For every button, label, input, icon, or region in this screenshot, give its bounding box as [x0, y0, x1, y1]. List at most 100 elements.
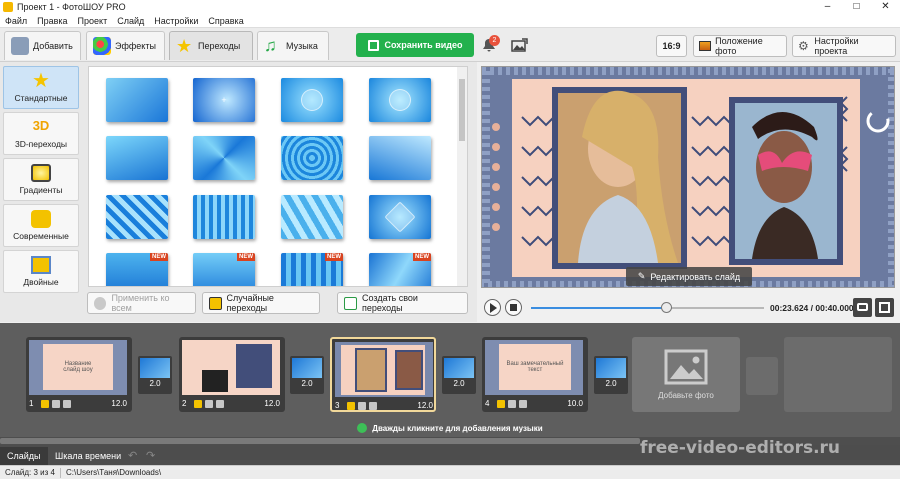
slide-card[interactable]: Название слайд шоу 1 12.0 [26, 337, 132, 412]
undo-icon[interactable]: ↶ [128, 449, 137, 462]
category-modern[interactable]: Современные [3, 204, 79, 247]
menu-file[interactable]: Файл [0, 16, 32, 26]
new-badge: NEW [150, 253, 168, 261]
image-export-icon[interactable] [511, 38, 528, 52]
pencil-icon[interactable] [497, 399, 505, 408]
transition-duration: 2.0 [605, 379, 617, 388]
transition-thumb[interactable]: NEW [281, 253, 343, 286]
folder-plus-icon [11, 37, 29, 55]
speaker-icon[interactable] [369, 401, 377, 410]
category-standard-label: Стандартные [14, 93, 68, 103]
transition-thumb[interactable]: + [193, 78, 255, 122]
photo-position-icon [699, 41, 712, 51]
fullscreen-button[interactable] [875, 298, 894, 317]
speaker-icon[interactable] [519, 399, 527, 408]
slide-footer: 4 10.0 [485, 398, 583, 409]
menu-slide[interactable]: Слайд [112, 16, 149, 26]
category-double[interactable]: Двойные [3, 250, 79, 293]
slide-caption: Название слайд шоу [43, 344, 113, 390]
transition-card[interactable]: 2.0 [138, 356, 172, 394]
apply-to-all-button[interactable]: Применить ко всем [87, 292, 196, 314]
tab-timeline[interactable]: Шкала времени [48, 447, 128, 465]
transition-thumb[interactable] [106, 136, 168, 180]
grid-scrollbar-thumb[interactable] [459, 79, 465, 141]
save-video-button[interactable]: Сохранить видео [356, 33, 474, 57]
stop-button[interactable] [505, 299, 522, 316]
seek-track[interactable] [531, 307, 764, 309]
edit-slide-button[interactable]: ✎ Редактировать слайд [626, 267, 752, 286]
seek-handle[interactable] [661, 302, 673, 313]
gradient-icon [31, 164, 51, 182]
pencil-icon[interactable] [41, 399, 49, 408]
random-icon [209, 296, 222, 310]
slide-preview[interactable] [481, 66, 895, 288]
tab-effects[interactable]: Эффекты [86, 31, 165, 60]
transition-thumb[interactable] [281, 78, 343, 122]
random-transitions-button[interactable]: Случайные переходы [202, 292, 320, 314]
tab-music[interactable]: ♫ Музыка [257, 31, 329, 60]
grid-scrollbar[interactable] [457, 67, 467, 286]
slide-caption: Ваш замечательный текст [499, 344, 571, 390]
project-settings-button[interactable]: ⚙ Настройки проекта [792, 35, 896, 57]
transition-card[interactable]: 2.0 [290, 356, 324, 394]
maximize-button[interactable]: □ [842, 0, 871, 14]
zoom-icon[interactable] [508, 399, 516, 408]
transition-duration: 2.0 [149, 379, 161, 388]
zoom-icon[interactable] [205, 399, 213, 408]
photo-placeholder [202, 370, 228, 392]
transition-card[interactable]: 2.0 [442, 356, 476, 394]
menu-settings[interactable]: Настройки [149, 16, 203, 26]
aspect-ratio-button[interactable]: 16:9 [656, 35, 687, 57]
minimize-button[interactable]: – [813, 0, 842, 14]
play-button[interactable] [484, 299, 501, 316]
menu-edit[interactable]: Правка [32, 16, 72, 26]
tab-slides[interactable]: Слайды [0, 447, 48, 465]
transition-thumb[interactable] [281, 195, 343, 239]
transition-thumb[interactable]: NEW [193, 253, 255, 286]
menu-help[interactable]: Справка [203, 16, 248, 26]
zoom-icon[interactable] [358, 401, 366, 410]
transition-thumb[interactable] [281, 136, 343, 180]
pencil-icon[interactable] [194, 399, 202, 408]
transitions-panel: ★ Стандартные 3D 3D-переходы Градиенты С… [0, 62, 477, 322]
tab-effects-label: Эффекты [115, 41, 156, 51]
tab-transitions-label: Переходы [198, 41, 241, 51]
redo-icon[interactable]: ↷ [146, 449, 155, 462]
tab-add[interactable]: Добавить [4, 31, 81, 60]
music-track[interactable]: Дважды кликните для добавления музыки [28, 419, 872, 437]
photo-position-button[interactable]: Положение фото [693, 35, 787, 57]
speaker-icon[interactable] [216, 399, 224, 408]
transition-thumb[interactable] [369, 195, 431, 239]
zoom-icon[interactable] [52, 399, 60, 408]
transition-thumb[interactable] [106, 195, 168, 239]
transition-thumb[interactable] [106, 78, 168, 122]
new-badge: NEW [325, 253, 343, 261]
transition-thumb[interactable] [193, 136, 255, 180]
menu-project[interactable]: Проект [73, 16, 113, 26]
timeline-scrollbar-thumb[interactable] [0, 438, 640, 444]
transition-thumb[interactable]: NEW [106, 253, 168, 286]
snapshot-button[interactable] [853, 298, 872, 317]
close-button[interactable]: ✕ [871, 0, 900, 14]
transition-thumb[interactable]: NEW [369, 253, 431, 286]
category-3d[interactable]: 3D 3D-переходы [3, 112, 79, 155]
slide-card[interactable]: Ваш замечательный текст 4 10.0 [482, 337, 588, 412]
slide-card[interactable]: 2 12.0 [179, 337, 285, 412]
star-icon: ★ [32, 70, 50, 92]
transition-duration: 2.0 [453, 379, 465, 388]
speaker-icon[interactable] [63, 399, 71, 408]
add-photo-slot[interactable]: Добавьте фото [632, 337, 740, 412]
create-transitions-button[interactable]: Создать свои переходы [337, 292, 468, 314]
playback-time: 00:23.624 / 00:40.000 [770, 303, 854, 313]
tab-transitions[interactable]: ★ Переходы [169, 31, 253, 60]
music-hint-label: Дважды кликните для добавления музыки [372, 423, 543, 433]
slide-thumbnail [335, 342, 433, 397]
transition-thumb[interactable] [369, 78, 431, 122]
category-standard[interactable]: ★ Стандартные [3, 66, 79, 109]
transition-card[interactable]: 2.0 [594, 356, 628, 394]
slide-card-selected[interactable]: 3 12.0 [330, 337, 436, 412]
transition-thumb[interactable] [193, 195, 255, 239]
category-gradients[interactable]: Градиенты [3, 158, 79, 201]
transition-thumb[interactable] [369, 136, 431, 180]
pencil-icon[interactable] [347, 401, 355, 410]
